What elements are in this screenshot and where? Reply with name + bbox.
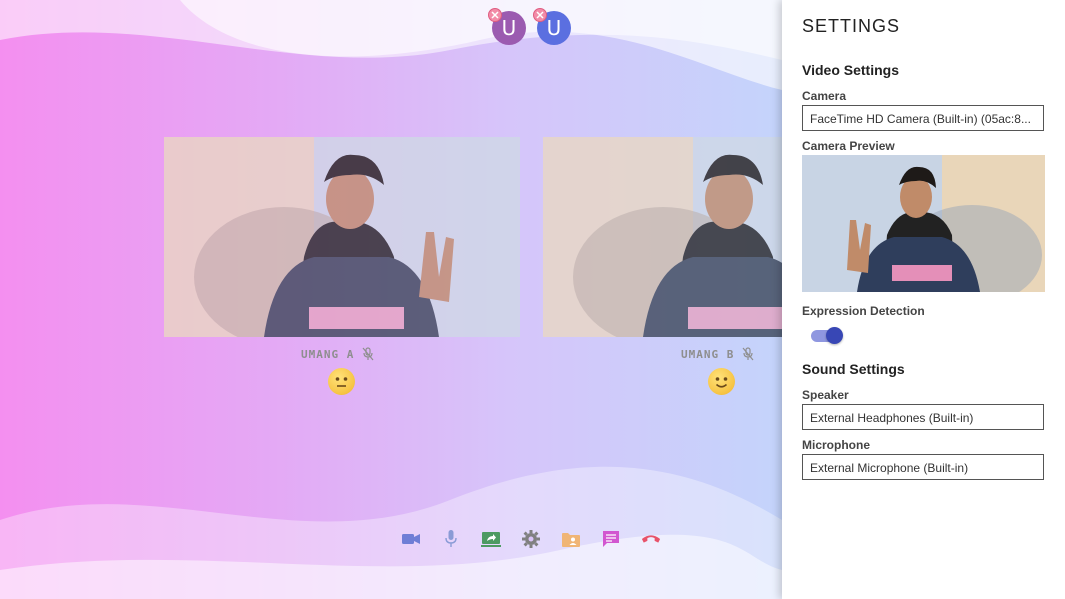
chat-icon[interactable] — [601, 528, 621, 550]
slightly-smiling-face-emoji-icon — [708, 368, 735, 395]
call-toolbar — [401, 528, 661, 550]
muted-badge-icon — [533, 8, 547, 22]
participant-name-row: UMANG A — [301, 347, 374, 361]
participant-avatar[interactable]: U — [488, 8, 526, 45]
camera-preview-label: Camera Preview — [802, 139, 895, 153]
hang-up-icon[interactable] — [641, 528, 661, 550]
gear-icon[interactable] — [521, 528, 541, 550]
avatar-initial: U — [501, 16, 517, 40]
participant-avatar[interactable]: U — [533, 8, 571, 45]
video-camera-icon[interactable] — [401, 528, 421, 550]
contacts-folder-icon[interactable] — [561, 528, 581, 550]
microphone-select[interactable]: External Microphone (Built-in) — [802, 454, 1044, 480]
sound-settings-heading: Sound Settings — [802, 361, 905, 377]
settings-title: SETTINGS — [802, 16, 901, 36]
speaker-label: Speaker — [802, 388, 849, 402]
call-stage: U U UMANG A UMANG B — [0, 0, 782, 599]
mic-muted-icon — [362, 347, 374, 361]
microphone-label: Microphone — [802, 438, 870, 452]
video-settings-heading: Video Settings — [802, 62, 899, 78]
muted-badge-icon — [488, 8, 502, 22]
toggle-knob — [826, 327, 843, 344]
participant-name-row: UMANG B — [681, 347, 754, 361]
settings-panel: SETTINGS Video Settings Camera FaceTime … — [782, 0, 1065, 599]
speaker-select[interactable]: External Headphones (Built-in) — [802, 404, 1044, 430]
avatar-initial: U — [546, 16, 562, 40]
neutral-face-emoji-icon — [328, 368, 355, 395]
mic-muted-icon — [742, 347, 754, 361]
participant-name: UMANG B — [681, 347, 735, 361]
video-tile-b[interactable] — [543, 137, 782, 337]
camera-select[interactable]: FaceTime HD Camera (Built-in) (05ac:8... — [802, 105, 1044, 131]
camera-label: Camera — [802, 89, 847, 103]
expression-detection-toggle[interactable] — [811, 327, 844, 345]
microphone-icon[interactable] — [441, 528, 461, 550]
video-tile-a[interactable] — [164, 137, 520, 337]
participant-name: UMANG A — [301, 347, 355, 361]
expression-detection-label: Expression Detection — [802, 304, 925, 318]
screen-share-icon[interactable] — [481, 528, 501, 550]
camera-preview — [802, 155, 1045, 292]
